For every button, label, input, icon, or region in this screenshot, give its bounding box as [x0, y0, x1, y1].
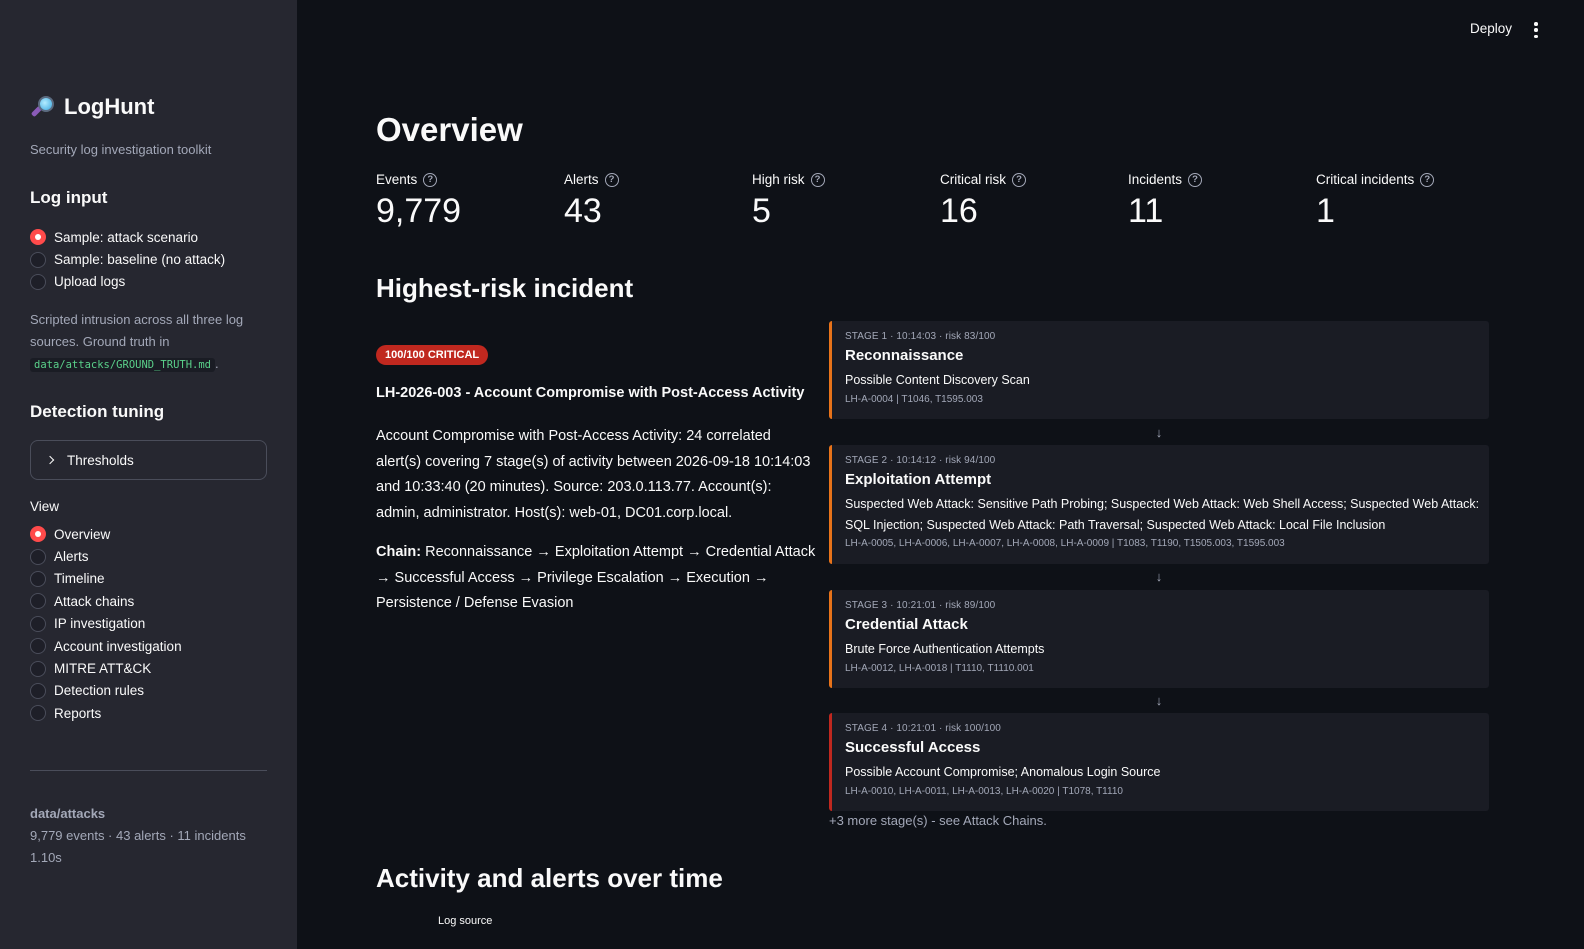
view-option-account-investigation[interactable]: Account investigation: [30, 635, 182, 657]
severity-badge: 100/100 CRITICAL: [376, 345, 489, 365]
view-option-timeline[interactable]: Timeline: [30, 568, 182, 590]
metric-value: 16: [940, 192, 978, 230]
stage-card: STAGE 3 · 10:21:01 · risk 89/100 Credent…: [829, 590, 1489, 688]
radio-icon: [30, 251, 46, 268]
radio-selected-icon: [30, 229, 46, 246]
stage-card: STAGE 2 · 10:14:12 · risk 94/100 Exploit…: [829, 445, 1489, 564]
stage-ids: LH-A-0004 | T1046, T1595.003: [845, 393, 983, 405]
help-icon[interactable]: ?: [1012, 172, 1026, 187]
legend-title: Log source: [438, 915, 493, 927]
log-input-option-upload[interactable]: Upload logs: [30, 271, 225, 293]
view-option-attack-chains[interactable]: Attack chains: [30, 590, 182, 612]
stage-detail: Brute Force Authentication Attempts: [845, 642, 1045, 656]
dataset-counts: 9,779 events · 43 alerts · 11 incidents: [30, 828, 246, 843]
brand: LogHunt: [30, 94, 154, 120]
stage-card: STAGE 1 · 10:14:03 · risk 83/100 Reconna…: [829, 321, 1489, 419]
radio-icon: [30, 593, 46, 610]
metric-high-risk: High risk? 5: [752, 172, 825, 231]
dataset-meta: data/attacks 9,779 events · 43 alerts · …: [30, 803, 246, 869]
metric-incidents: Incidents? 11: [1128, 172, 1203, 231]
radio-icon: [30, 615, 46, 632]
thresholds-expander[interactable]: Thresholds: [30, 440, 267, 480]
stage-header: STAGE 2 · 10:14:12 · risk 94/100: [845, 455, 996, 466]
metric-value: 11: [1128, 192, 1164, 230]
incident-description: Account Compromise with Post-Access Acti…: [376, 428, 811, 522]
stage-name: Reconnaissance: [845, 347, 964, 364]
radio-icon: [30, 660, 46, 677]
stage-header: STAGE 4 · 10:21:01 · risk 100/100: [845, 723, 1001, 734]
radio-icon: [30, 705, 46, 722]
help-icon[interactable]: ?: [810, 172, 825, 187]
log-input-heading: Log input: [30, 188, 108, 207]
more-stages-note: +3 more stage(s) - see Attack Chains.: [829, 813, 1047, 828]
log-input-option-attack[interactable]: Sample: attack scenario: [30, 226, 225, 248]
radio-icon: [30, 548, 46, 565]
view-option-ip-investigation[interactable]: IP investigation: [30, 613, 182, 635]
metric-critical-incidents: Critical incidents? 1: [1316, 172, 1435, 231]
stage-detail: Possible Content Discovery Scan: [845, 373, 1030, 387]
main-menu-icon[interactable]: [1529, 20, 1543, 40]
view-option-detection-rules[interactable]: Detection rules: [30, 680, 182, 702]
view-option-alerts[interactable]: Alerts: [30, 545, 182, 567]
dataset-source: data/attacks: [30, 806, 106, 821]
incident-title: LH-2026-003 - Account Compromise with Po…: [376, 385, 805, 401]
app-subtitle: Security log investigation toolkit: [30, 142, 212, 157]
stage-header: STAGE 3 · 10:21:01 · risk 89/100: [845, 600, 996, 611]
radio-icon: [30, 638, 46, 655]
highest-risk-heading: Highest-risk incident: [376, 273, 634, 303]
page-title: Overview: [376, 111, 523, 148]
metric-value: 43: [564, 192, 602, 230]
log-input-note: Scripted intrusion across all three log …: [30, 312, 244, 372]
stage-detail: Suspected Web Attack: Sensitive Path Pro…: [845, 497, 1480, 532]
ground-truth-path: data/attacks/GROUND_TRUTH.md: [30, 358, 216, 372]
arrow-down-icon: ↓: [1155, 569, 1163, 584]
metric-events: Events? 9,779: [376, 172, 462, 230]
stage-ids: LH-A-0010, LH-A-0011, LH-A-0013, LH-A-00…: [845, 785, 1123, 797]
radio-icon: [30, 570, 46, 587]
help-icon[interactable]: ?: [423, 172, 438, 187]
stage-header: STAGE 1 · 10:14:03 · risk 83/100: [845, 331, 996, 342]
stage-ids: LH-A-0012, LH-A-0018 | T1110, T1110.001: [845, 662, 1034, 674]
view-option-overview[interactable]: Overview: [30, 523, 182, 545]
help-icon[interactable]: ?: [1188, 172, 1203, 187]
stage-name: Credential Attack: [845, 616, 968, 633]
metric-critical-risk: Critical risk? 16: [940, 172, 1026, 231]
magnifying-glass-icon: [30, 94, 56, 120]
arrow-down-icon: ↓: [1155, 693, 1163, 708]
help-icon[interactable]: ?: [1420, 172, 1435, 187]
view-option-reports[interactable]: Reports: [30, 702, 182, 724]
metric-value: 5: [752, 192, 771, 230]
arrow-down-icon: ↓: [1155, 425, 1163, 440]
metric-alerts: Alerts? 43: [564, 172, 619, 231]
radio-selected-icon: [30, 526, 46, 543]
stage-name: Exploitation Attempt: [845, 471, 992, 488]
activity-heading: Activity and alerts over time: [376, 863, 723, 893]
sidebar-divider: [30, 770, 267, 771]
stage-card: STAGE 4 · 10:21:01 · risk 100/100 Succes…: [829, 713, 1489, 811]
radio-icon: [30, 273, 46, 290]
log-input-option-baseline[interactable]: Sample: baseline (no attack): [30, 248, 225, 270]
deploy-button[interactable]: Deploy: [1470, 21, 1512, 36]
view-radio-group: Overview Alerts Timeline Attack chains I…: [30, 523, 182, 725]
detection-tuning-heading: Detection tuning: [30, 402, 165, 421]
stage-ids: LH-A-0005, LH-A-0006, LH-A-0007, LH-A-00…: [845, 538, 1285, 549]
app-title: LogHunt: [64, 94, 155, 119]
chevron-right-icon: [45, 455, 55, 465]
help-icon[interactable]: ?: [604, 172, 619, 187]
sidebar: LogHunt Security log investigation toolk…: [0, 0, 297, 949]
view-option-mitre[interactable]: MITRE ATT&CK: [30, 657, 182, 679]
view-label: View: [30, 499, 60, 514]
stage-name: Successful Access: [845, 739, 981, 756]
log-input-radio-group: Sample: attack scenario Sample: baseline…: [30, 226, 225, 293]
metric-value: 1: [1316, 192, 1335, 230]
stage-detail: Possible Account Compromise; Anomalous L…: [845, 765, 1161, 779]
radio-icon: [30, 682, 46, 699]
dataset-load-time: 1.10s: [30, 850, 62, 865]
incident-chain: Chain: Reconnaissance → Exploitation Att…: [376, 544, 816, 612]
metric-value: 9,779: [376, 192, 462, 230]
